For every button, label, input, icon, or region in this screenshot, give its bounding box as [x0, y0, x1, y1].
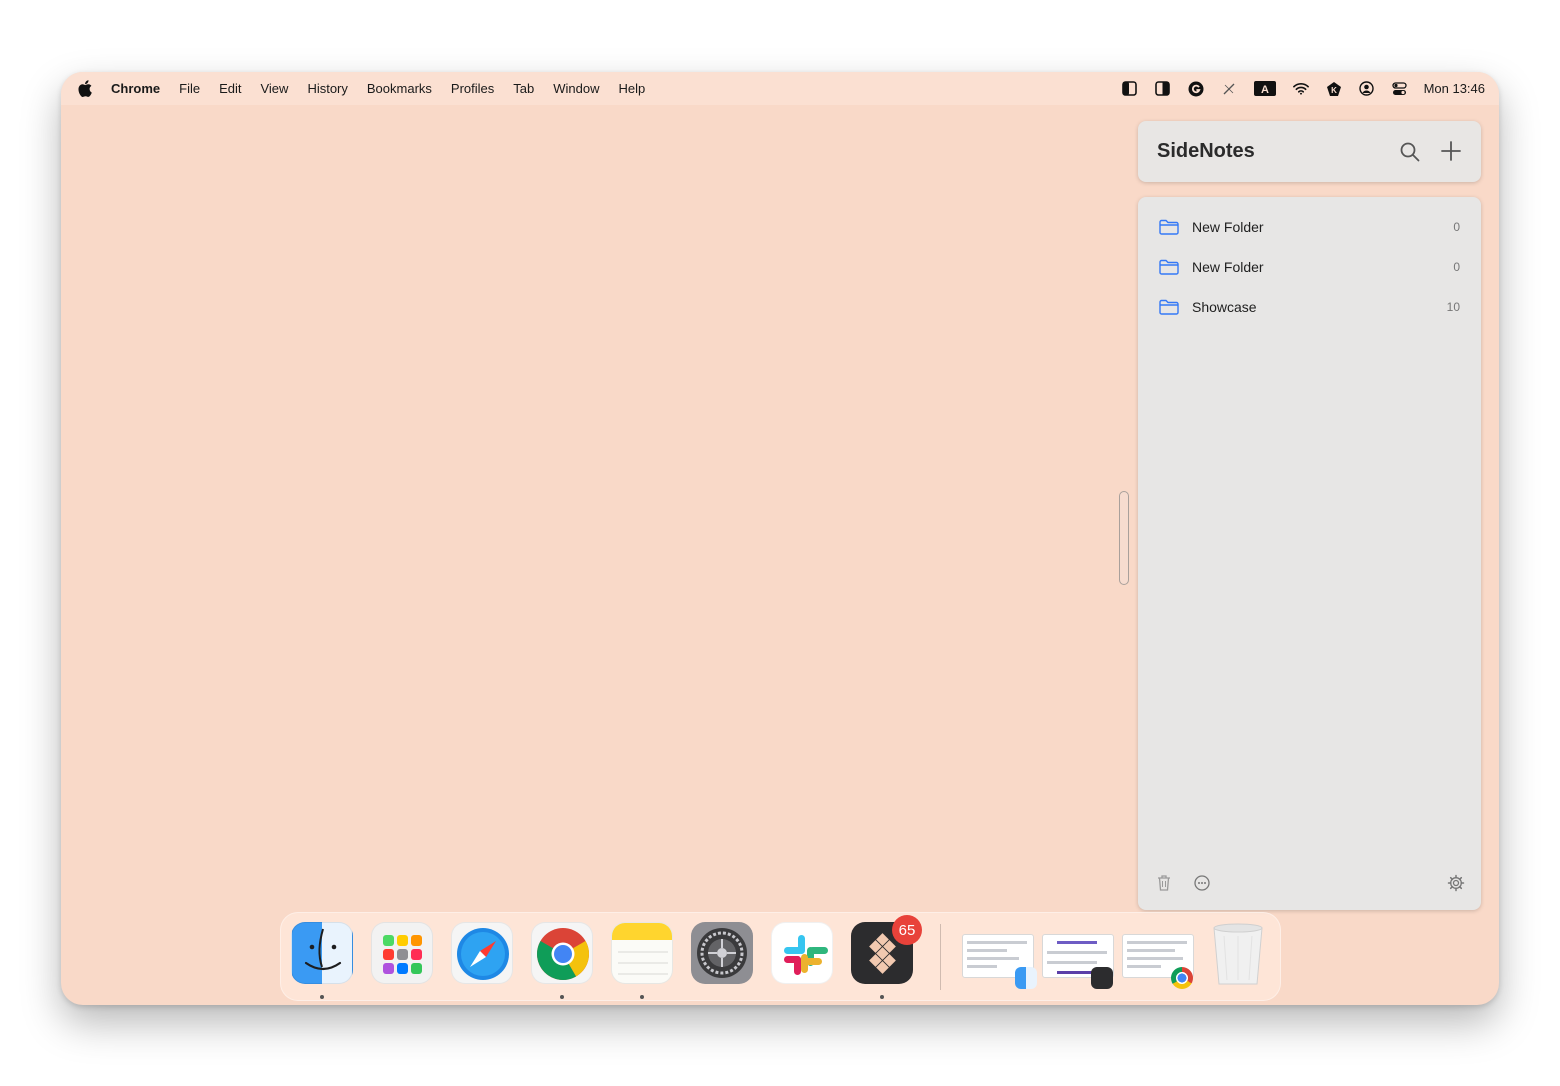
folder-name: New Folder: [1192, 259, 1264, 275]
control-center-icon[interactable]: [1392, 81, 1408, 97]
finder-window-thumbnail[interactable]: [962, 934, 1037, 989]
sidenotes-app-icon: [1091, 967, 1113, 989]
sidenotes-window-thumbnail[interactable]: [1042, 934, 1114, 989]
trash-icon[interactable]: [1210, 922, 1266, 985]
running-indicator: [880, 995, 884, 999]
menu-window[interactable]: Window: [553, 81, 599, 96]
menu-file[interactable]: File: [179, 81, 200, 96]
more-options-icon[interactable]: [1193, 874, 1211, 892]
search-icon[interactable]: [1399, 141, 1421, 163]
folder-count: 10: [1446, 300, 1460, 314]
menu-bar: Chrome File Edit View History Bookmarks …: [61, 72, 1499, 105]
svg-text:K: K: [1331, 86, 1337, 95]
running-indicator: [640, 995, 644, 999]
slack-icon[interactable]: [771, 922, 833, 984]
folder-count: 0: [1453, 260, 1460, 274]
svg-text:A: A: [1261, 84, 1269, 96]
trash-icon[interactable]: [1156, 874, 1172, 892]
finder-icon[interactable]: [291, 922, 353, 984]
running-indicator: [320, 995, 324, 999]
system-settings-icon[interactable]: [691, 922, 753, 984]
panel-resize-handle[interactable]: [1119, 491, 1129, 585]
menu-bar-clock[interactable]: Mon 13:46: [1424, 81, 1485, 96]
sidenotes-header: SideNotes: [1138, 121, 1481, 182]
contrast-icon[interactable]: [1155, 81, 1171, 97]
folder-row[interactable]: New Folder 0: [1138, 207, 1481, 247]
folder-count: 0: [1453, 220, 1460, 234]
dock-separator: [940, 924, 941, 990]
sidenotes-folder-panel: New Folder 0 New Folder 0 Showcase 10: [1138, 197, 1481, 910]
wifi-icon[interactable]: [1292, 81, 1309, 97]
chrome-window-thumbnail[interactable]: [1122, 934, 1194, 989]
launchpad-icon[interactable]: [371, 922, 433, 984]
folder-icon: [1159, 299, 1179, 315]
input-source-icon[interactable]: A: [1253, 81, 1276, 97]
folder-name: New Folder: [1192, 219, 1264, 235]
gear-icon[interactable]: [1447, 874, 1465, 892]
menu-edit[interactable]: Edit: [219, 81, 241, 96]
sidebar-left-icon[interactable]: [1122, 81, 1138, 97]
running-indicator: [560, 995, 564, 999]
xnapper-icon[interactable]: K: [1326, 81, 1342, 97]
chrome-icon[interactable]: [531, 922, 593, 984]
menu-history[interactable]: History: [307, 81, 347, 96]
user-account-icon[interactable]: [1359, 81, 1375, 97]
menu-profiles[interactable]: Profiles: [451, 81, 494, 96]
apple-menu-icon[interactable]: [78, 80, 94, 98]
menu-bookmarks[interactable]: Bookmarks: [367, 81, 432, 96]
dock: 65: [280, 912, 1281, 1001]
menu-view[interactable]: View: [260, 81, 288, 96]
folder-icon: [1159, 259, 1179, 275]
notes-icon[interactable]: [611, 922, 673, 984]
notification-badge: 65: [892, 915, 922, 945]
folder-row[interactable]: New Folder 0: [1138, 247, 1481, 287]
chrome-icon: [1171, 967, 1193, 989]
folder-name: Showcase: [1192, 299, 1257, 315]
grammarly-icon[interactable]: [1188, 81, 1204, 97]
menu-tab[interactable]: Tab: [513, 81, 534, 96]
menu-app-name[interactable]: Chrome: [111, 81, 160, 96]
desktop: Chrome File Edit View History Bookmarks …: [61, 72, 1499, 1005]
menu-help[interactable]: Help: [619, 81, 646, 96]
sidenotes-title: SideNotes: [1157, 140, 1255, 162]
pen-off-icon[interactable]: [1221, 81, 1237, 97]
folder-row[interactable]: Showcase 10: [1138, 287, 1481, 327]
folder-icon: [1159, 219, 1179, 235]
safari-icon[interactable]: [451, 922, 513, 984]
finder-icon: [1015, 967, 1037, 989]
add-icon[interactable]: [1440, 140, 1462, 162]
